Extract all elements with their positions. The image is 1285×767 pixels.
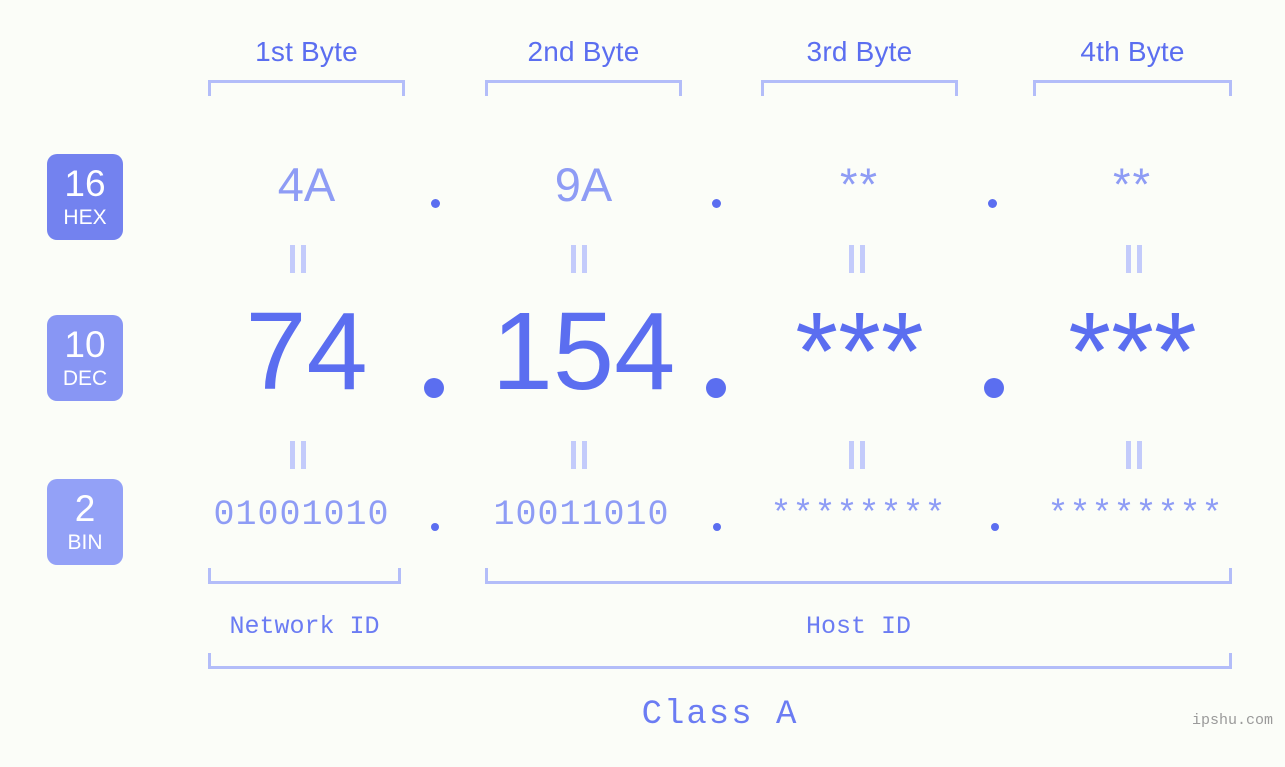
byte-header-2nd: 2nd Byte xyxy=(527,36,640,67)
hex-separator-dot-2 xyxy=(712,199,721,208)
base-badge-hex-number: 16 xyxy=(64,163,106,204)
bin-separator-dot-2 xyxy=(713,523,721,531)
ip-address-breakdown-diagram: 1st Byte 2nd Byte 3rd Byte 4th Byte 16 H… xyxy=(0,0,1285,767)
equals-connector-hex-dec-1 xyxy=(290,245,308,273)
byte-bracket-top-4th xyxy=(1033,80,1232,96)
base-badge-dec-number: 10 xyxy=(64,324,106,365)
bin-byte-4: ******** xyxy=(1047,495,1224,535)
bin-byte-2: 10011010 xyxy=(493,495,670,535)
byte-header-1st: 1st Byte xyxy=(255,36,358,67)
network-id-bracket xyxy=(208,568,401,584)
equals-connector-dec-bin-1 xyxy=(290,441,308,469)
class-bracket xyxy=(208,653,1232,669)
equals-connector-hex-dec-3 xyxy=(849,245,867,273)
equals-connector-dec-bin-3 xyxy=(849,441,867,469)
bin-separator-dot-3 xyxy=(991,523,999,531)
base-badge-dec-name: DEC xyxy=(62,367,108,390)
hex-separator-dot-3 xyxy=(988,199,997,208)
byte-header-3rd: 3rd Byte xyxy=(806,36,913,67)
base-badge-bin-name: BIN xyxy=(67,531,103,554)
dec-byte-1: 74 xyxy=(245,290,368,413)
bin-separator-dot-1 xyxy=(431,523,439,531)
site-watermark: ipshu.com xyxy=(1191,712,1273,729)
dec-byte-3: *** xyxy=(795,290,924,413)
dec-separator-dot-2 xyxy=(706,378,726,398)
base-badge-hex: 16 HEX xyxy=(47,154,123,240)
hex-byte-2: 9A xyxy=(554,158,613,211)
bin-byte-3: ******** xyxy=(770,495,947,535)
hex-byte-1: 4A xyxy=(277,158,336,211)
base-badge-bin-number: 2 xyxy=(74,488,96,529)
base-badge-bin: 2 BIN xyxy=(47,479,123,565)
base-badge-hex-name: HEX xyxy=(63,206,107,229)
byte-header-4th: 4th Byte xyxy=(1080,36,1185,67)
host-id-label: Host ID xyxy=(805,612,912,641)
equals-connector-dec-bin-4 xyxy=(1126,441,1144,469)
network-id-label: Network ID xyxy=(229,612,380,641)
base-badge-dec: 10 DEC xyxy=(47,315,123,401)
bin-byte-1: 01001010 xyxy=(213,495,390,535)
byte-bracket-top-1st xyxy=(208,80,405,96)
host-id-bracket xyxy=(485,568,1232,584)
class-label: Class A xyxy=(641,696,799,734)
equals-connector-hex-dec-4 xyxy=(1126,245,1144,273)
hex-separator-dot-1 xyxy=(431,199,440,208)
dec-byte-2: 154 xyxy=(491,290,676,413)
dec-separator-dot-1 xyxy=(424,378,444,398)
byte-bracket-top-3rd xyxy=(761,80,958,96)
dec-byte-4: *** xyxy=(1068,290,1197,413)
dec-separator-dot-3 xyxy=(984,378,1004,398)
byte-bracket-top-2nd xyxy=(485,80,682,96)
hex-byte-3: ** xyxy=(839,159,880,210)
equals-connector-hex-dec-2 xyxy=(571,245,589,273)
hex-byte-4: ** xyxy=(1112,159,1153,210)
equals-connector-dec-bin-2 xyxy=(571,441,589,469)
